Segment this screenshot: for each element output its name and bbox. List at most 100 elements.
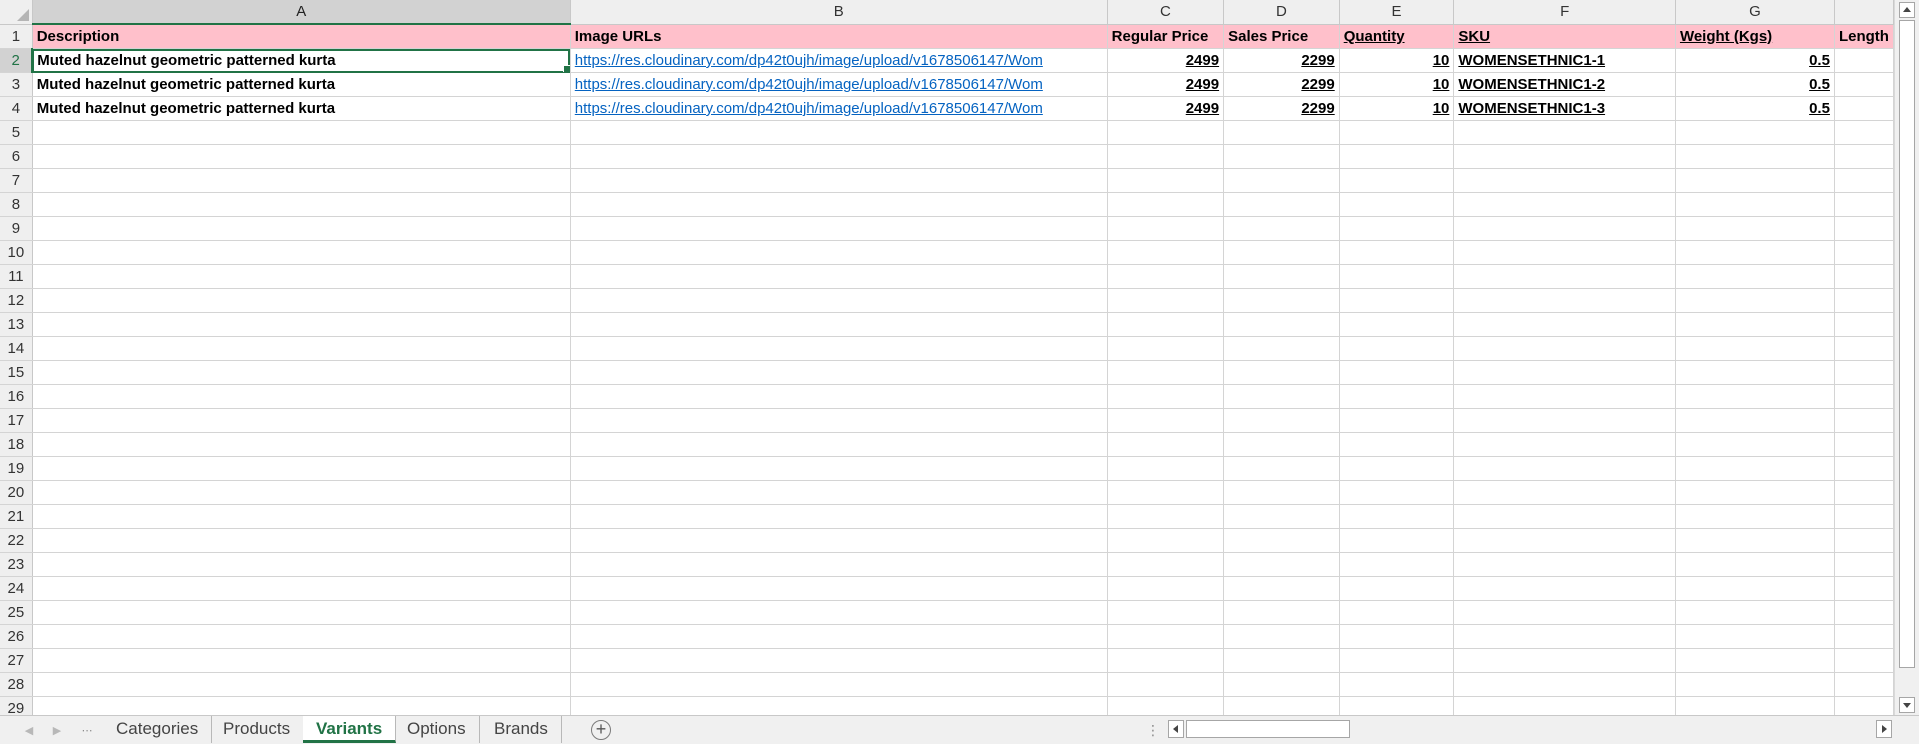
empty-cell[interactable] (1223, 576, 1340, 601)
sheet-tab-categories[interactable]: Categories (103, 716, 213, 743)
empty-cell[interactable] (1107, 432, 1225, 457)
empty-cell[interactable] (1453, 384, 1676, 409)
cell-c4[interactable]: 2499 (1107, 96, 1225, 121)
empty-cell[interactable] (1339, 360, 1455, 385)
empty-cell[interactable] (1339, 216, 1455, 241)
empty-cell[interactable] (570, 192, 1108, 217)
empty-cell[interactable] (1453, 216, 1676, 241)
empty-cell[interactable] (1675, 648, 1835, 673)
empty-cell[interactable] (32, 360, 571, 385)
row-header[interactable]: 8 (0, 192, 33, 217)
empty-cell[interactable] (1107, 600, 1225, 625)
row-header[interactable]: 4 (0, 96, 33, 121)
empty-cell[interactable] (1453, 456, 1676, 481)
empty-cell[interactable] (570, 360, 1108, 385)
empty-cell[interactable] (1223, 384, 1340, 409)
empty-cell[interactable] (1453, 360, 1676, 385)
empty-cell[interactable] (1107, 504, 1225, 529)
empty-cell[interactable] (1107, 264, 1225, 289)
empty-cell[interactable] (1339, 408, 1455, 433)
empty-cell[interactable] (1223, 624, 1340, 649)
empty-cell[interactable] (32, 264, 571, 289)
cell-e4[interactable]: 10 (1339, 96, 1455, 121)
select-all-corner[interactable] (0, 0, 33, 25)
cell-b2[interactable]: https://res.cloudinary.com/dp42t0ujh/ima… (570, 48, 1108, 73)
empty-cell[interactable] (1453, 624, 1676, 649)
empty-cell[interactable] (1453, 576, 1676, 601)
empty-cell[interactable] (1339, 144, 1455, 169)
empty-cell[interactable] (32, 312, 571, 337)
empty-cell[interactable] (1453, 504, 1676, 529)
empty-cell[interactable] (1223, 312, 1340, 337)
empty-cell[interactable] (1223, 264, 1340, 289)
row-header[interactable]: 6 (0, 144, 33, 169)
empty-cell[interactable] (1834, 528, 1894, 553)
empty-cell[interactable] (32, 168, 571, 193)
empty-cell[interactable] (570, 168, 1108, 193)
empty-cell[interactable] (1223, 648, 1340, 673)
empty-cell[interactable] (1453, 480, 1676, 505)
empty-cell[interactable] (570, 120, 1108, 145)
empty-cell[interactable] (1675, 384, 1835, 409)
empty-cell[interactable] (1453, 552, 1676, 577)
sheet-tab-brands[interactable]: Brands (481, 716, 562, 743)
empty-cell[interactable] (1223, 360, 1340, 385)
empty-cell[interactable] (1107, 144, 1225, 169)
empty-cell[interactable] (1453, 408, 1676, 433)
column-header-b[interactable]: B (570, 0, 1108, 25)
cell-c3[interactable]: 2499 (1107, 72, 1225, 97)
empty-cell[interactable] (32, 408, 571, 433)
empty-cell[interactable] (1107, 552, 1225, 577)
empty-cell[interactable] (1339, 288, 1455, 313)
empty-cell[interactable] (1834, 312, 1894, 337)
empty-cell[interactable] (1339, 600, 1455, 625)
cell-h1[interactable]: Length (1834, 24, 1894, 49)
empty-cell[interactable] (32, 600, 571, 625)
empty-cell[interactable] (1675, 312, 1835, 337)
empty-cell[interactable] (32, 528, 571, 553)
empty-cell[interactable] (1453, 432, 1676, 457)
empty-cell[interactable] (1834, 624, 1894, 649)
empty-cell[interactable] (1339, 192, 1455, 217)
spreadsheet-grid[interactable]: A B C D E F G 1 Description Image URLs R… (0, 0, 1894, 715)
empty-cell[interactable] (1834, 432, 1894, 457)
row-header[interactable]: 21 (0, 504, 33, 529)
cell-e1[interactable]: Quantity (1339, 24, 1455, 49)
cell-b3[interactable]: https://res.cloudinary.com/dp42t0ujh/ima… (570, 72, 1108, 97)
empty-cell[interactable] (1453, 336, 1676, 361)
empty-cell[interactable] (570, 240, 1108, 265)
next-sheet-arrow-icon[interactable]: ▶ (50, 724, 64, 738)
empty-cell[interactable] (1834, 336, 1894, 361)
empty-cell[interactable] (570, 312, 1108, 337)
empty-cell[interactable] (1223, 168, 1340, 193)
empty-cell[interactable] (1675, 360, 1835, 385)
empty-cell[interactable] (1339, 504, 1455, 529)
empty-cell[interactable] (1107, 168, 1225, 193)
row-header[interactable]: 22 (0, 528, 33, 553)
empty-cell[interactable] (570, 552, 1108, 577)
cell-f4[interactable]: WOMENSETHNIC1-3 (1453, 96, 1676, 121)
empty-cell[interactable] (1223, 120, 1340, 145)
row-header[interactable]: 17 (0, 408, 33, 433)
empty-cell[interactable] (1675, 408, 1835, 433)
row-header[interactable]: 25 (0, 600, 33, 625)
empty-cell[interactable] (32, 696, 571, 715)
empty-cell[interactable] (1834, 672, 1894, 697)
empty-cell[interactable] (1339, 120, 1455, 145)
empty-cell[interactable] (32, 624, 571, 649)
column-header-h[interactable] (1834, 0, 1894, 25)
empty-cell[interactable] (1675, 504, 1835, 529)
empty-cell[interactable] (1107, 696, 1225, 715)
empty-cell[interactable] (1339, 552, 1455, 577)
empty-cell[interactable] (1339, 696, 1455, 715)
empty-cell[interactable] (570, 144, 1108, 169)
empty-cell[interactable] (32, 432, 571, 457)
cell-d4[interactable]: 2299 (1223, 96, 1340, 121)
row-header[interactable]: 23 (0, 552, 33, 577)
empty-cell[interactable] (1107, 528, 1225, 553)
sheet-tab-options[interactable]: Options (394, 716, 480, 743)
empty-cell[interactable] (32, 576, 571, 601)
empty-cell[interactable] (1675, 480, 1835, 505)
empty-cell[interactable] (570, 384, 1108, 409)
empty-cell[interactable] (1453, 168, 1676, 193)
